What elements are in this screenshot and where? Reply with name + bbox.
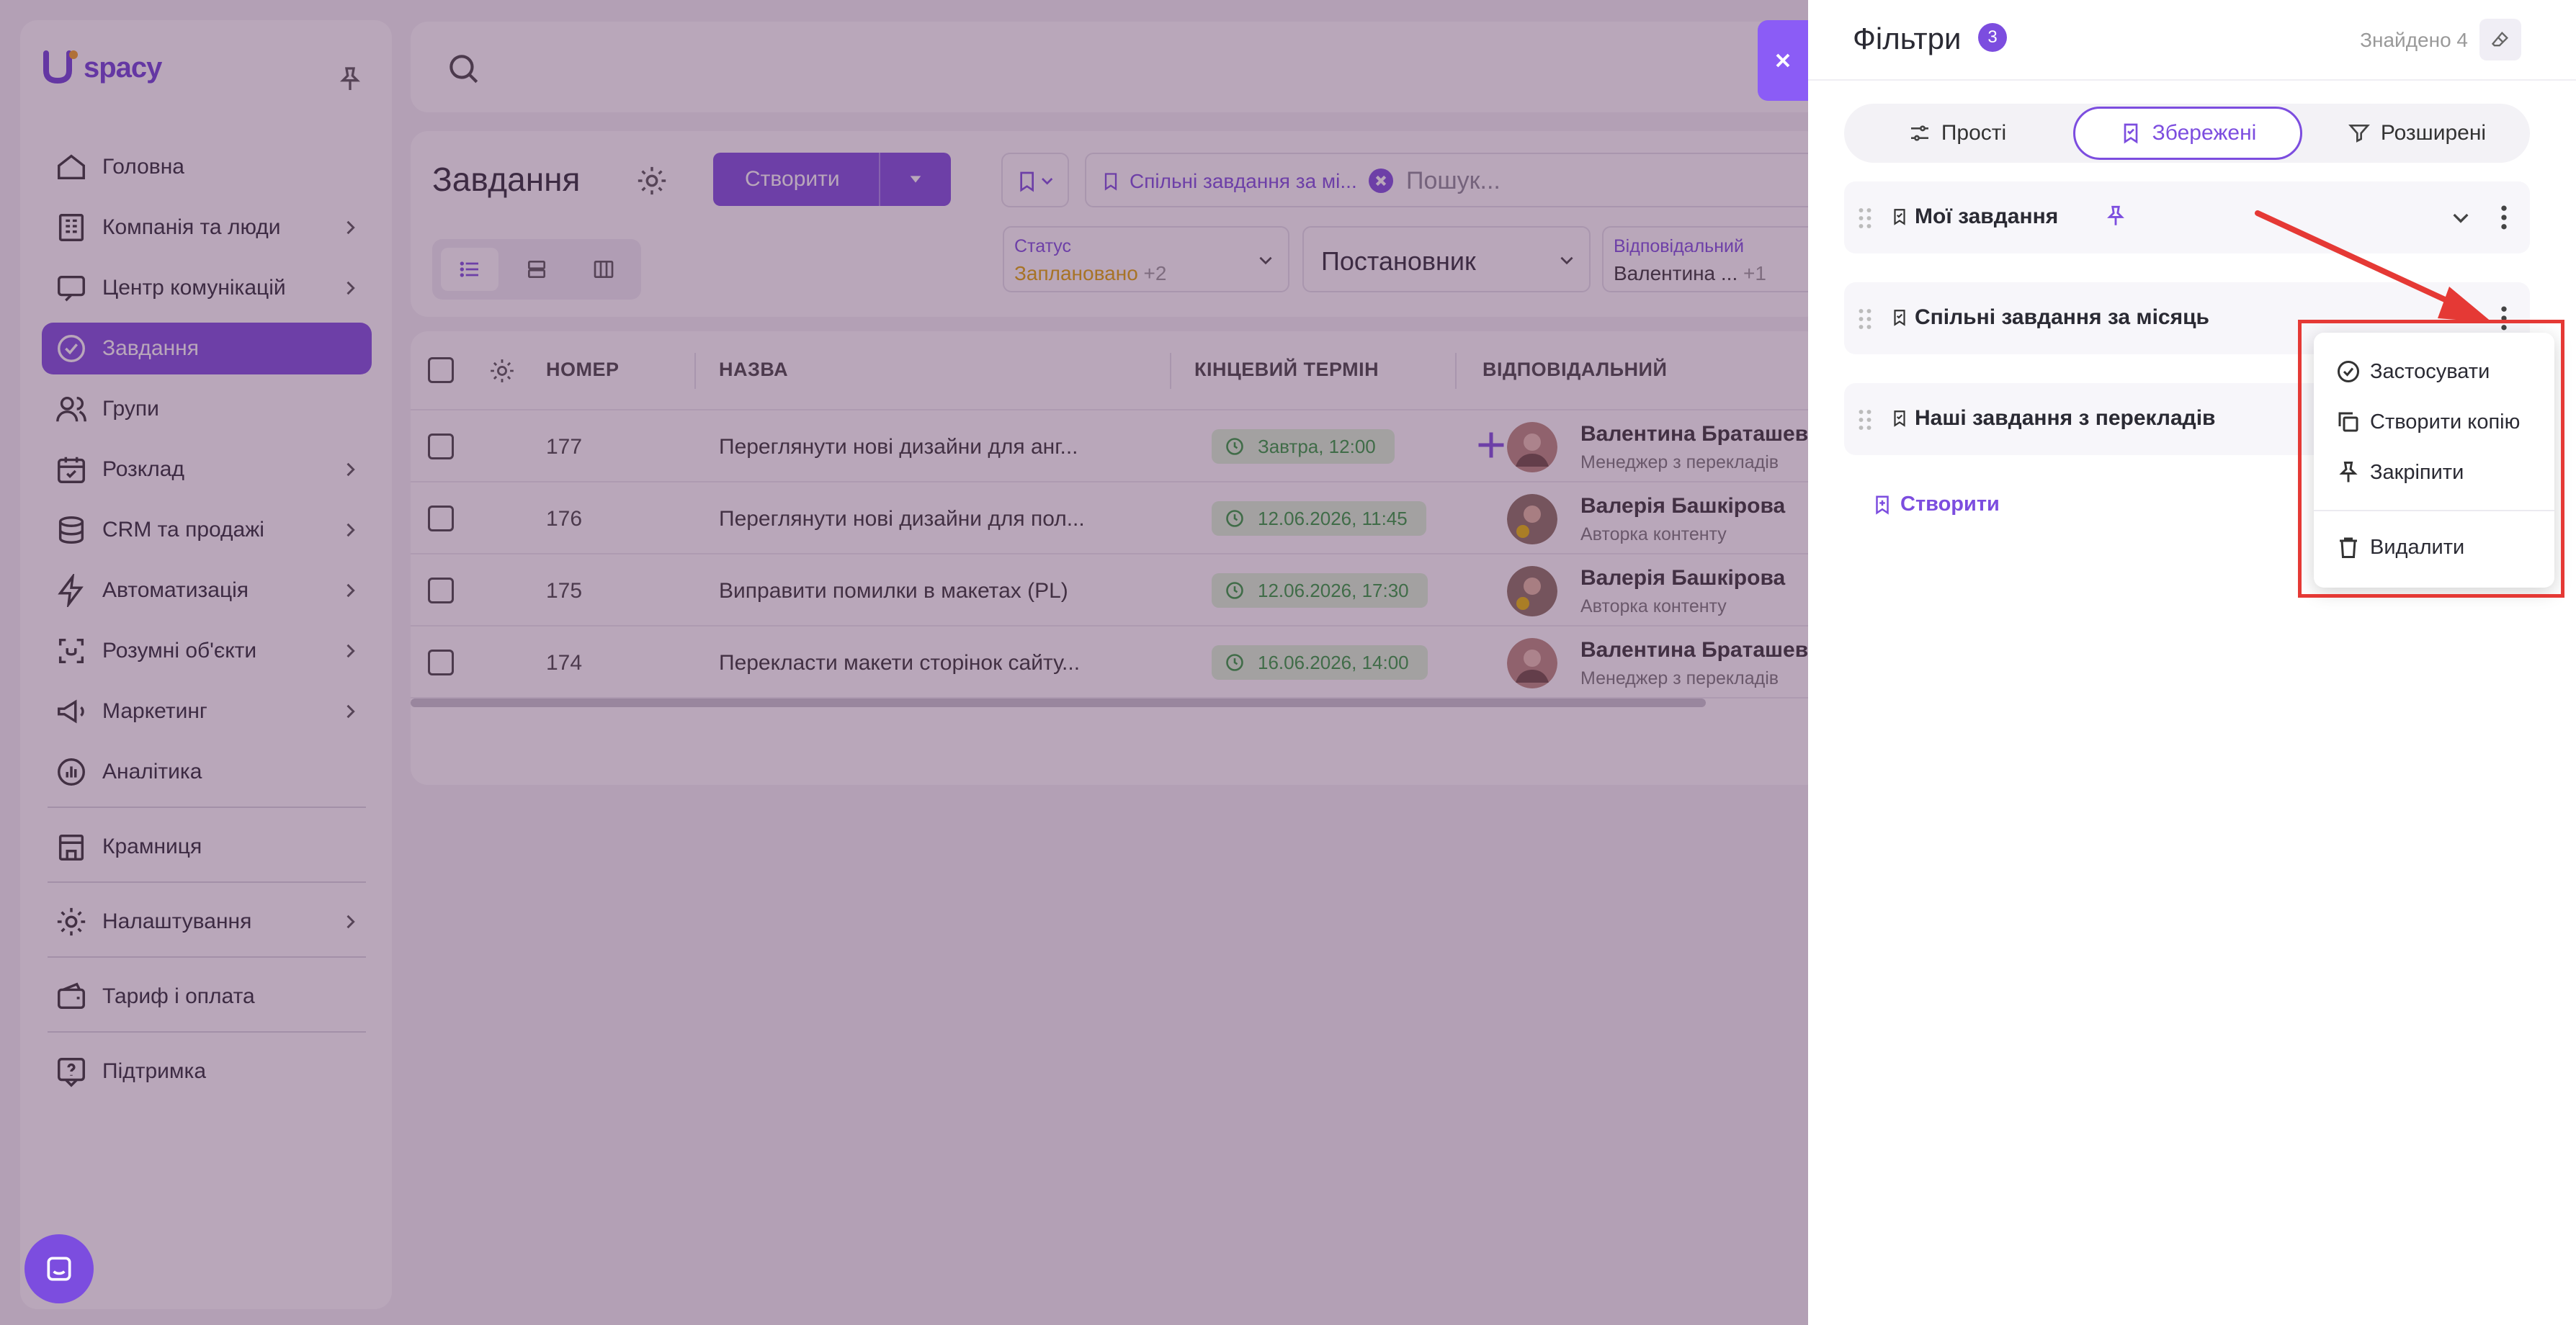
sliders-icon [1910, 125, 1928, 141]
chat-launcher-button[interactable] [24, 1234, 94, 1303]
clear-filters-button[interactable] [2479, 19, 2521, 60]
bookmark-icon [1894, 410, 1905, 427]
eraser-icon [2491, 31, 2508, 47]
saved-filter-label: Наші завдання з перекладів [1915, 406, 2216, 430]
filter-mode-tabs: Прості Збережені Розширені [1844, 104, 2530, 163]
bookmark-add-icon [1876, 495, 1889, 515]
bookmark-icon [1894, 310, 1905, 326]
bookmark-icon [1894, 209, 1905, 225]
tab-simple-label: Прості [1941, 121, 2007, 145]
create-saved-filter-link[interactable]: Створити [1900, 493, 2000, 516]
filters-count-badge: 3 [1978, 23, 2007, 52]
saved-filter-label: Спільні завдання за місяць [1915, 305, 2209, 329]
filters-drawer: Фільтри 3 Знайдено 4 Прості Збережені Ро… [1808, 0, 2576, 1325]
drag-handle-icon[interactable] [1857, 408, 1873, 432]
modal-overlay[interactable] [0, 0, 1808, 1325]
chat-icon [47, 1257, 71, 1281]
highlight-box [2298, 320, 2564, 598]
close-drawer-button[interactable] [1758, 20, 1808, 101]
drag-handle-icon[interactable] [1857, 206, 1873, 230]
tab-saved[interactable]: Збережені [2073, 107, 2302, 160]
close-icon [1776, 53, 1790, 68]
tab-advanced-label: Розширені [2380, 121, 2487, 145]
annotation-arrow-icon [2255, 210, 2492, 323]
pin-icon [2107, 205, 2124, 225]
found-count: Знайдено 4 [2360, 29, 2468, 51]
tab-advanced[interactable]: Розширені [2307, 107, 2527, 160]
tab-simple[interactable]: Прості [1847, 107, 2067, 160]
bookmark-icon [2124, 123, 2137, 144]
filter-icon [2348, 125, 2370, 143]
filters-title: Фільтри [1853, 22, 1962, 55]
tab-saved-label: Збережені [2152, 121, 2257, 145]
saved-filter-label: Мої завдання [1915, 205, 2059, 228]
filters-header: Фільтри 3 Знайдено 4 [1808, 0, 2576, 81]
drag-handle-icon[interactable] [1857, 307, 1873, 331]
